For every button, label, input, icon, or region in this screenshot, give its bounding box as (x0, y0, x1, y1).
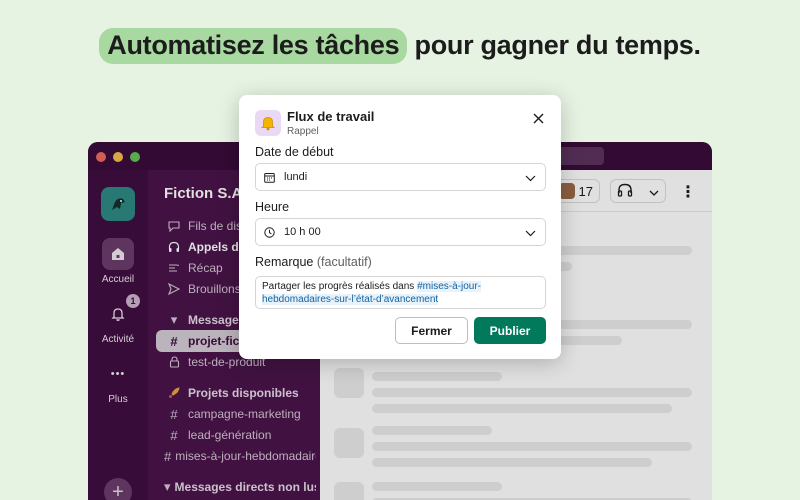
start-date-label: Date de début (255, 145, 334, 159)
modal-title: Flux de travail (287, 109, 375, 124)
workflow-modal: Flux de travail Rappel Date de début lun… (239, 95, 561, 359)
bell-icon (255, 110, 281, 136)
chevron-down-icon[interactable] (649, 184, 659, 199)
channel-label: campagne-marketing (188, 407, 301, 421)
headline-highlight: Automatisez les tâches (99, 28, 408, 64)
section-direct-messages[interactable]: ▾ Messages directs non lus (156, 476, 316, 498)
zoom-window-button[interactable] (130, 152, 140, 162)
headline: Automatisez les tâches pour gagner du te… (0, 28, 800, 64)
chevron-down-icon (525, 173, 536, 185)
minimize-window-button[interactable] (113, 152, 123, 162)
caret-down-icon: ▾ (164, 479, 171, 494)
close-icon[interactable] (529, 109, 547, 127)
recap-icon (164, 262, 184, 274)
search-bar[interactable] (558, 147, 604, 165)
workspace-rail: Accueil 1 Activité ••• Plus + (88, 170, 148, 500)
threads-icon (164, 220, 184, 232)
channel-label: mises-à-jour-hebdomadaires (175, 449, 316, 463)
hash-icon: # (170, 427, 178, 443)
send-icon (164, 283, 184, 295)
add-workspace-button[interactable]: + (104, 478, 132, 500)
rail-home-label: Accueil (101, 274, 135, 285)
close-window-button[interactable] (96, 152, 106, 162)
rail-more-label: Plus (108, 394, 128, 405)
cancel-button[interactable]: Fermer (395, 317, 468, 344)
workspace-logo[interactable] (101, 187, 135, 221)
rail-home[interactable]: Accueil (88, 238, 148, 285)
huddle-button[interactable] (610, 179, 666, 203)
sidebar-channel-lead-generation[interactable]: # lead-génération (156, 424, 316, 446)
members-count: 17 (578, 183, 593, 199)
chevron-down-icon (525, 228, 536, 240)
hash-icon: # (164, 448, 172, 464)
rail-activity-label: Activité (101, 334, 135, 345)
note-text: Partager les progrès réalisés dans (262, 281, 418, 292)
publish-button[interactable]: Publier (474, 317, 546, 344)
rocket-icon (164, 387, 184, 399)
modal-subtitle: Rappel (287, 126, 319, 137)
rail-activity[interactable]: 1 Activité (88, 294, 148, 345)
avatar (559, 183, 575, 199)
time-value: 10 h 00 (284, 226, 321, 238)
sidebar-channel-mises-a-jour[interactable]: # mises-à-jour-hebdomadaires (156, 445, 316, 467)
note-textarea[interactable]: Partager les progrès réalisés dans #mise… (255, 276, 546, 309)
note-optional: (facultatif) (316, 255, 372, 269)
home-icon (102, 238, 134, 270)
calendar-icon (264, 172, 278, 183)
clock-icon (264, 226, 278, 238)
section-label: Messages directs non lus (174, 480, 316, 494)
section-label: Projets disponibles (188, 386, 299, 400)
time-select[interactable]: 10 h 00 (255, 218, 546, 246)
channel-label: lead-génération (188, 428, 272, 442)
workspace-name-label: Fiction S.A. (164, 185, 247, 202)
kebab-menu-icon[interactable]: ⋮ (680, 182, 696, 202)
rail-more[interactable]: ••• Plus (88, 358, 148, 405)
start-date-select[interactable]: lundi (255, 163, 546, 191)
sidebar-item-label: Récap (188, 261, 223, 275)
hash-icon: # (170, 406, 178, 422)
time-label: Heure (255, 200, 290, 214)
caret-down-icon: ▾ (170, 312, 178, 327)
hash-icon: # (170, 333, 178, 349)
note-label: Remarque (facultatif) (255, 255, 372, 269)
note-label-text: Remarque (255, 255, 314, 269)
headphones-icon (617, 183, 633, 200)
sidebar-channel-campagne-marketing[interactable]: # campagne-marketing (156, 403, 316, 425)
headline-rest: pour gagner du temps. (407, 30, 701, 60)
section-projects[interactable]: Projets disponibles (156, 382, 316, 404)
more-dots-icon: ••• (110, 368, 126, 380)
bird-logo-icon (112, 198, 125, 210)
start-date-value: lundi (284, 171, 308, 183)
activity-badge: 1 (126, 294, 140, 308)
lock-icon (164, 356, 184, 368)
headphones-icon (164, 241, 184, 253)
